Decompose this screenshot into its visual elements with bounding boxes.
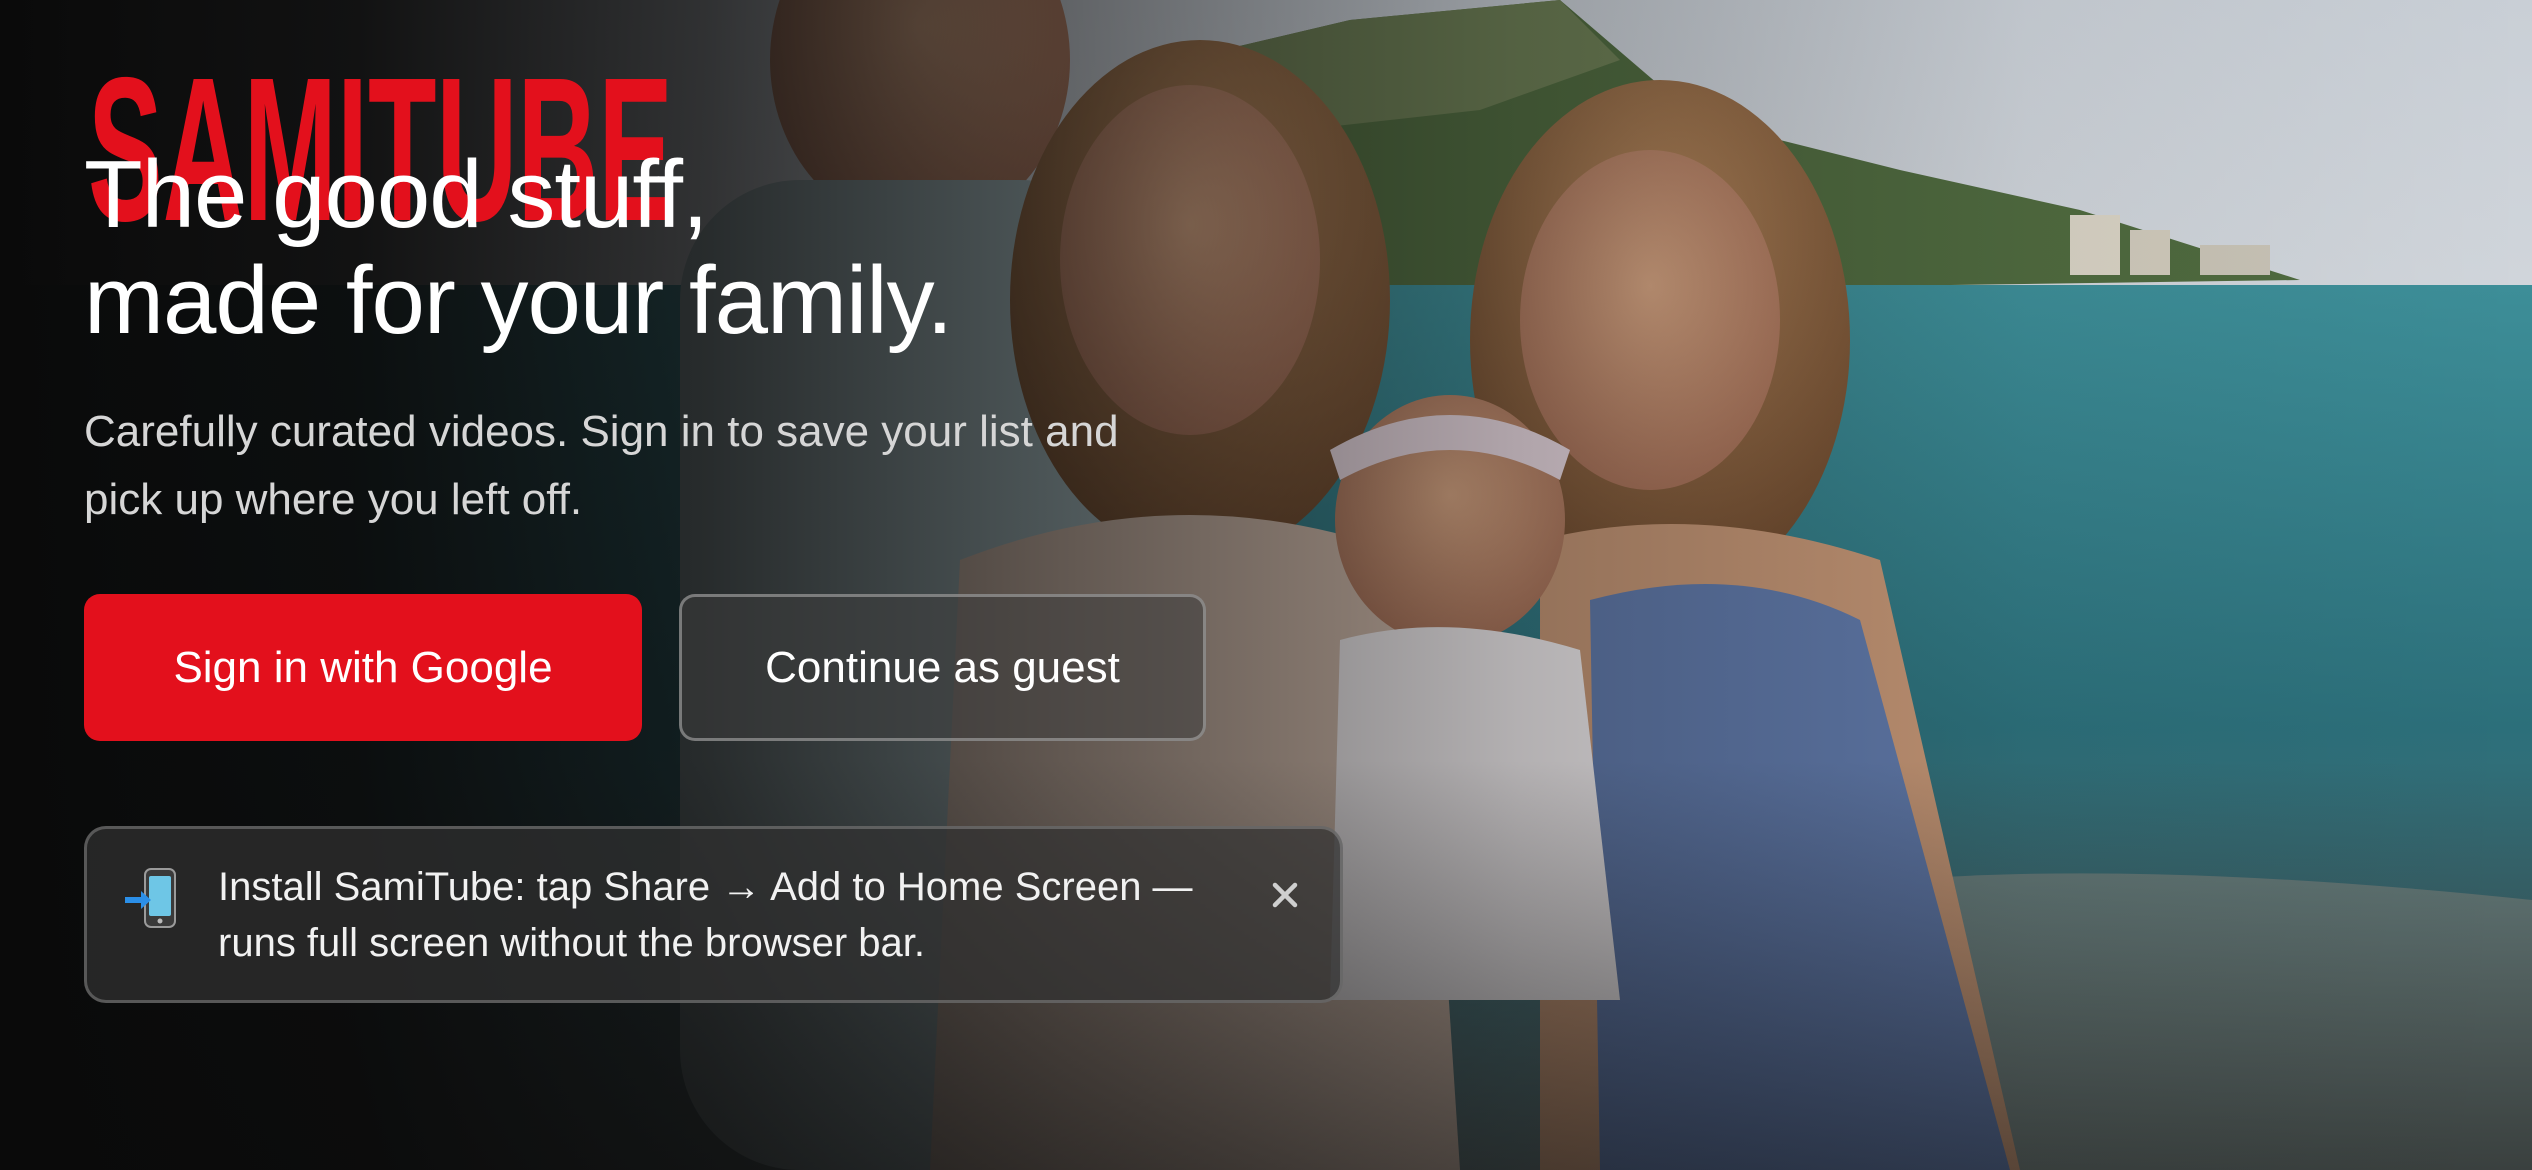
install-banner: Install SamiTube: tap Share → Add to Hom… <box>84 826 1343 1003</box>
headline-line-2: made for your family. <box>84 247 953 354</box>
page-headline: The good stuff, made for your family. <box>84 141 953 354</box>
sign-in-screen: SAMITUBE The good stuff, made for your f… <box>0 0 2532 1170</box>
close-icon[interactable] <box>1265 875 1305 915</box>
page-subtitle: Carefully curated videos. Sign in to sav… <box>84 407 1119 524</box>
mobile-arrow-icon <box>125 868 176 928</box>
continue-as-guest-button[interactable]: Continue as guest <box>679 594 1206 741</box>
headline-line-1: The good stuff, <box>84 141 709 248</box>
sign-in-google-button[interactable]: Sign in with Google <box>84 594 642 741</box>
install-message: Install SamiTube: tap Share → Add to Hom… <box>218 865 1193 965</box>
